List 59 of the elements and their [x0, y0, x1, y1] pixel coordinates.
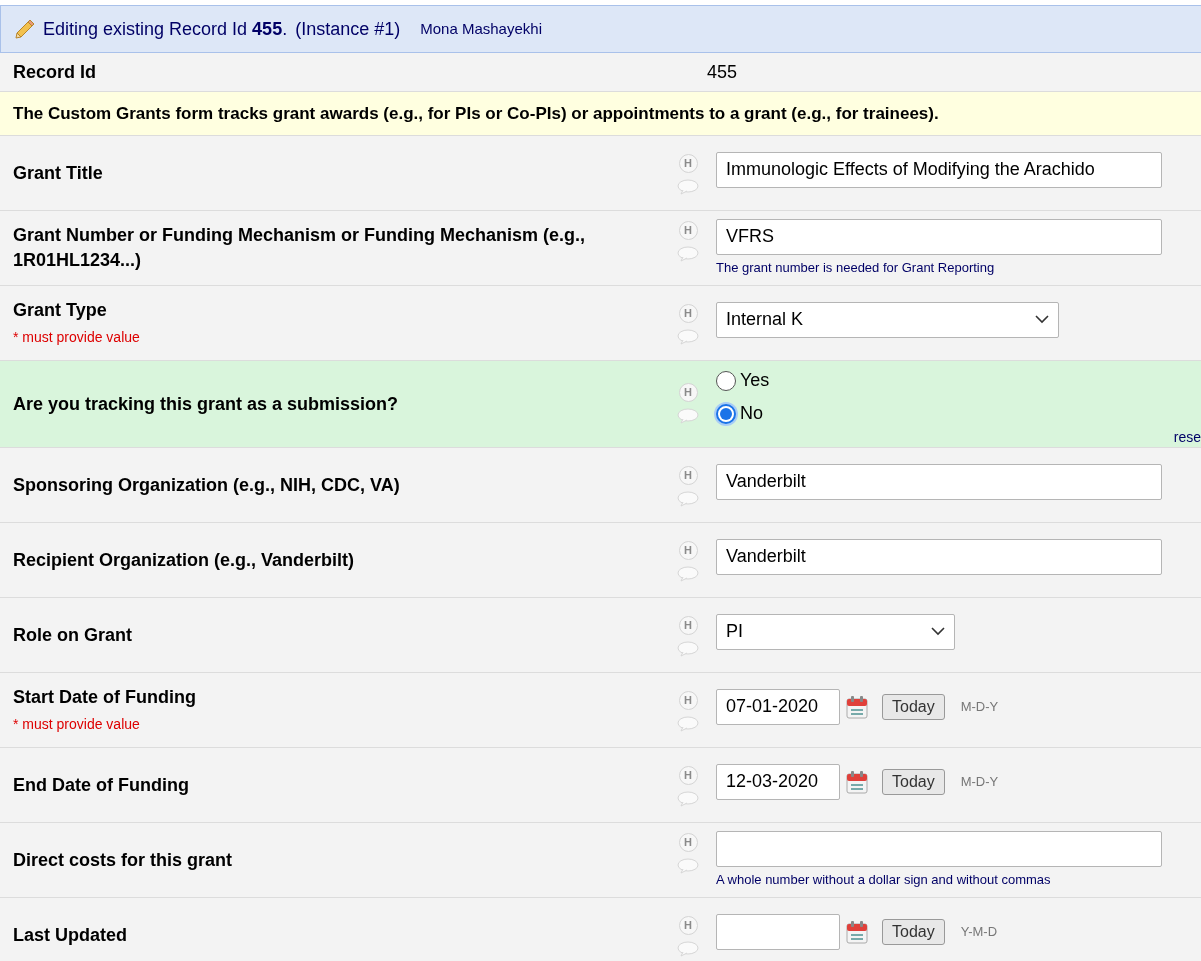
dropdown-select[interactable]: PI: [716, 613, 955, 650]
text-input-field[interactable]: [716, 830, 1162, 867]
field-label: Grant Type: [13, 299, 108, 322]
comment-icon[interactable]: [677, 328, 699, 345]
date-input-field[interactable]: [716, 913, 840, 950]
instance-text: (Instance #1): [295, 17, 401, 41]
field-label: Start Date of Funding: [13, 686, 197, 709]
field-label: End Date of Funding: [13, 773, 190, 797]
reset-link[interactable]: rese: [1173, 430, 1201, 444]
dropdown-select[interactable]: Internal K: [716, 301, 1059, 338]
comment-icon[interactable]: [677, 408, 699, 424]
field-label: Grant Title: [13, 161, 104, 185]
required-note: * must provide value: [13, 715, 141, 734]
field-label: Role on Grant: [13, 623, 133, 647]
form-description: The Custom Grants form tracks grant awards (e.g., for PIs or Co-PIs) or appointments to a grant (e.g., for trainees).: [0, 92, 1201, 136]
comment-icon[interactable]: [677, 245, 699, 262]
field-note: The grant number is needed for Grant Reporting: [716, 258, 996, 277]
field-label: Last Updated: [13, 923, 128, 947]
option-label: Yes: [740, 369, 770, 392]
record-id-value: 455: [707, 60, 738, 84]
calendar-icon[interactable]: [846, 694, 868, 719]
caret-icon: [931, 627, 945, 636]
field-label: Grant Number or Funding Mechanism or Funding Mechanism (e.g., 1R01HL1234...): [13, 224, 587, 272]
text-input-field[interactable]: VFRS: [716, 218, 1162, 255]
caret-icon: [1035, 315, 1049, 324]
comment-icon[interactable]: [677, 490, 699, 507]
field-label: Recipient Organization (e.g., Vanderbilt): [13, 548, 356, 572]
required-note: * must provide value: [13, 328, 141, 347]
field-label: Sponsoring Organization (e.g., NIH, CDC, VA): [13, 473, 401, 497]
field-label: Direct costs for this grant: [13, 848, 234, 872]
date-format-hint: Y-M-D: [960, 922, 998, 941]
comment-icon[interactable]: [677, 857, 699, 874]
pencil-icon: [13, 18, 35, 40]
comment-icon[interactable]: [677, 178, 699, 195]
user-name: Mona Mashayekhi: [420, 18, 542, 39]
field-note: A whole number without a dollar sign and without commas: [716, 870, 1052, 889]
date-input-field[interactable]: 12-03-2020: [716, 763, 840, 800]
today-button[interactable]: Today: [882, 918, 945, 945]
comment-icon[interactable]: [677, 715, 699, 732]
field-label: Record Id: [12, 60, 97, 84]
today-button[interactable]: Today: [882, 693, 945, 720]
comment-icon[interactable]: [677, 790, 699, 807]
comment-icon[interactable]: [677, 940, 699, 957]
text-input-field[interactable]: Vanderbilt: [716, 463, 1162, 500]
date-format-hint: M-D-Y: [960, 772, 999, 791]
comment-icon[interactable]: [677, 565, 699, 582]
option-label: No: [740, 402, 763, 425]
radio-button[interactable]: [716, 370, 736, 391]
calendar-icon[interactable]: [846, 769, 868, 794]
comment-icon[interactable]: [677, 640, 699, 657]
field-label: Are you tracking this grant as a submission?: [13, 392, 400, 416]
editing-record-text: Editing existing Record Id 455.: [43, 17, 288, 41]
date-input-field[interactable]: 07-01-2020: [716, 688, 840, 725]
calendar-icon[interactable]: [846, 919, 868, 944]
today-button[interactable]: Today: [882, 768, 945, 795]
date-format-hint: M-D-Y: [960, 697, 999, 716]
text-input-field[interactable]: Vanderbilt: [716, 538, 1162, 575]
text-input-field[interactable]: Immunologic Effects of Modifying the Arachido: [716, 151, 1162, 188]
radio-button[interactable]: [716, 403, 736, 424]
